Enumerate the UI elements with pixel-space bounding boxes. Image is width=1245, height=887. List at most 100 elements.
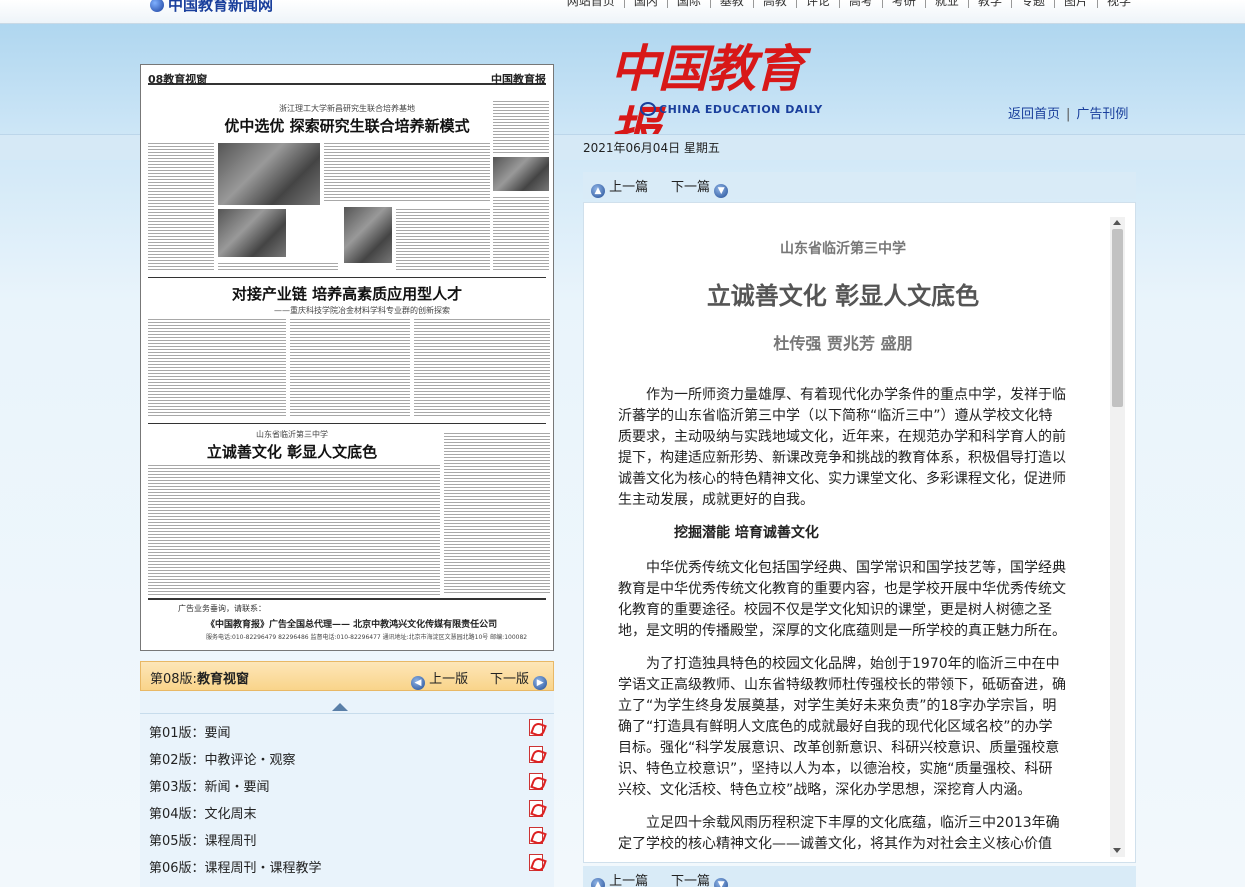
- edition-list-label: 第06版：课程周刊・课程教学: [149, 861, 322, 876]
- next-edition-label: 下一版: [490, 672, 530, 687]
- ad-line-1: 广告业务垂询，请联系：: [178, 604, 266, 613]
- edition-list-item[interactable]: 第01版：要闻: [149, 719, 545, 744]
- page-image-text-block: [396, 207, 490, 271]
- article-nav-bottom: ▲ 上一篇 下一篇 ▼: [583, 866, 1136, 887]
- edition-list-label: 第03版：新闻・要闻: [149, 780, 270, 795]
- page-image-text-block: [148, 317, 286, 417]
- pdf-icon[interactable]: [529, 773, 543, 790]
- ad-line-2: 《中国教育报》广告全国总代理—— 北京中教鸿兴文化传媒有限责任公司: [206, 620, 498, 630]
- page-image-photo: [493, 157, 549, 191]
- emblem-icon: [640, 102, 656, 116]
- page-image-paper-name: 中国教育报: [491, 73, 546, 86]
- article-nav-top: ▲ 上一篇 下一篇 ▼: [583, 172, 1136, 199]
- next-edition-button[interactable]: 下一版 ▶: [490, 668, 548, 690]
- edition-bar: 第08版:教育视窗 ◀ 上一版 下一版 ▶: [140, 661, 554, 691]
- masthead-subtitle-text: CHINA EDUCATION DAILY: [659, 103, 823, 116]
- arrow-right-icon: ▶: [533, 676, 548, 690]
- edition-list-item[interactable]: 第03版：新闻・要闻: [149, 773, 545, 798]
- nav-item-images[interactable]: 图片: [1055, 0, 1098, 8]
- nav-item-video[interactable]: 视学: [1098, 0, 1131, 8]
- page-image-headline-1: 优中选优 探索研究生联合培养新模式: [224, 117, 470, 135]
- page-image-text-block: [148, 463, 440, 595]
- edition-list-item[interactable]: 第04版：文化周末: [149, 800, 545, 825]
- edition-list-item[interactable]: 第02版：中教评论・观察: [149, 746, 545, 771]
- page-image-text-block: [414, 317, 550, 417]
- issue-date: 2021年06月04日 星期五: [583, 141, 720, 155]
- page-image-header: 08教育视窗 中国教育报: [148, 71, 546, 86]
- nav-item-basic-edu[interactable]: 基教: [711, 0, 754, 8]
- article-kicker: 山东省临沂第三中学: [780, 241, 906, 257]
- edition-list-label: 第04版：文化周末: [149, 807, 257, 822]
- page-image-text-block: [444, 431, 550, 595]
- scroll-up-icon[interactable]: [1113, 220, 1121, 225]
- pdf-icon[interactable]: [529, 800, 543, 817]
- top-nav-bar: 中国教育新闻网 网站首页 国内 国际 基教 高教 评论 高考 考研 就业 教学 …: [0, 0, 1245, 24]
- link-separator: |: [1066, 107, 1071, 122]
- article-paragraph: 作为一所师资力量雄厚、有着现代化办学条件的重点中学，发祥于临沂蕃学的山东省临沂第…: [618, 387, 1066, 508]
- prev-article-label: 上一篇: [609, 180, 649, 195]
- prev-article-button-bottom[interactable]: ▲ 上一篇: [591, 870, 648, 887]
- nav-item-topics[interactable]: 专题: [1012, 0, 1055, 8]
- nav-item-kaoyan[interactable]: 考研: [883, 0, 926, 8]
- article-scrollbar[interactable]: [1110, 217, 1125, 857]
- page-image-headline-3: 立诚善文化 彰显人文底色: [206, 443, 378, 461]
- page-image-rule: [148, 277, 546, 278]
- pdf-icon[interactable]: [529, 719, 543, 736]
- page-image-text-block: [290, 317, 410, 417]
- back-home-link[interactable]: 返回首页: [1008, 107, 1060, 122]
- page-image-subheadline-2: ——重庆科技学院冶金材料学科专业群的创新探索: [274, 306, 450, 315]
- scroll-down-icon[interactable]: [1113, 848, 1121, 853]
- nav-item-home[interactable]: 网站首页: [558, 0, 625, 8]
- nav-item-commentary[interactable]: 评论: [797, 0, 840, 8]
- nav-item-employment[interactable]: 就业: [926, 0, 969, 8]
- page-image-section: 08教育视窗: [148, 73, 208, 86]
- edition-name: 教育视窗: [196, 672, 249, 687]
- masthead-subtitle: CHINA EDUCATION DAILY: [640, 102, 823, 116]
- article-title: 立诚善文化 彰显人文底色: [706, 281, 980, 310]
- page-image-content: 08教育视窗 中国教育报 浙江理工大学新昌研究生联合培养基地 优中选优 探索研究…: [148, 71, 550, 644]
- prev-article-button[interactable]: ▲ 上一篇: [591, 176, 648, 198]
- page-image-text-block: [493, 99, 549, 153]
- article-paragraph: 立足四十余载风雨历程积淀下丰厚的文化底蕴，临沂三中2013年确定了学校的核心精神…: [618, 815, 1060, 852]
- scroll-thumb[interactable]: [1112, 229, 1123, 407]
- edition-list-label: 第05版：课程周刊: [149, 834, 257, 849]
- page-image-photo: [218, 209, 286, 257]
- current-edition: 第08版:教育视窗: [150, 668, 249, 687]
- page-image-text-block: [148, 141, 214, 271]
- pdf-icon[interactable]: [529, 854, 543, 871]
- site-logo-text: 中国教育新闻网: [168, 0, 274, 14]
- page-image-photo: [344, 207, 392, 263]
- list-divider: [140, 713, 554, 714]
- edition-list-item[interactable]: 第06版：课程周刊・课程教学: [149, 854, 545, 879]
- newspaper-masthead: 中国教育报 CHINA EDUCATION DAILY: [610, 38, 822, 160]
- ad-rates-link[interactable]: 广告刊例: [1076, 107, 1128, 122]
- nav-item-gaokao[interactable]: 高考: [840, 0, 883, 8]
- nav-item-teaching[interactable]: 教学: [969, 0, 1012, 8]
- next-article-button-bottom[interactable]: 下一篇 ▼: [671, 870, 729, 887]
- nav-item-higher-edu[interactable]: 高教: [754, 0, 797, 8]
- edition-prefix: 第08版:: [150, 672, 197, 687]
- arrow-left-icon: ◀: [411, 676, 425, 690]
- page-image-photo: [218, 143, 320, 205]
- next-article-button[interactable]: 下一篇 ▼: [671, 176, 729, 198]
- site-logo[interactable]: 中国教育新闻网: [150, 0, 273, 15]
- nav-item-international[interactable]: 国际: [668, 0, 711, 8]
- pdf-icon[interactable]: [529, 746, 543, 763]
- page-image-headline-2: 对接产业链 培养高素质应用型人才: [231, 285, 463, 303]
- ad-line-3: 服务电话:010-82296479 82296486 监督电话:010-8229…: [206, 634, 528, 641]
- edition-list: 第01版：要闻 第02版：中教评论・观察 第03版：新闻・要闻 第04版：文化周…: [140, 691, 554, 887]
- edition-list-item[interactable]: 第05版：课程周刊: [149, 827, 545, 852]
- page-image-text-block: [493, 195, 549, 271]
- pdf-icon[interactable]: [529, 827, 543, 844]
- arrow-up-icon: ▲: [591, 878, 605, 887]
- arrow-down-icon: ▼: [714, 184, 729, 198]
- article-authors: 杜传强 贾兆芳 盛朋: [773, 334, 913, 353]
- article-subheading: 挖掘潜能 培育诚善文化: [674, 525, 819, 541]
- nav-item-domestic[interactable]: 国内: [625, 0, 668, 8]
- page-image-kicker-3: 山东省临沂第三中学: [256, 430, 328, 439]
- scroll-up-arrow-icon[interactable]: [332, 703, 348, 711]
- page-image-text-block: [218, 261, 338, 271]
- prev-edition-button[interactable]: ◀ 上一版: [411, 668, 468, 690]
- newspaper-page-image[interactable]: 08教育视窗 中国教育报 浙江理工大学新昌研究生联合培养基地 优中选优 探索研究…: [140, 64, 554, 651]
- globe-icon: [150, 0, 164, 12]
